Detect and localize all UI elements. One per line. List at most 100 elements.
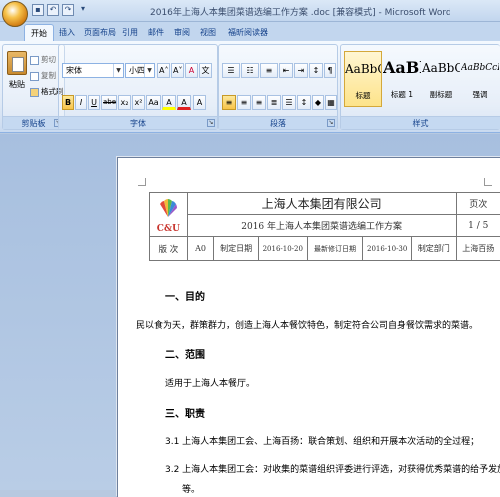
indent-icon: ⇥: [297, 66, 305, 75]
strikethrough-button[interactable]: abe: [101, 95, 117, 110]
paragraph-group: ☰ ☷ ≡ ⇤ ⇥ ↕ ¶ ≡ ≡ ≡ ≣ ☰ ↕ ◆ ▦ 段落 ↘: [218, 44, 338, 130]
show-marks-button[interactable]: ¶: [324, 63, 336, 78]
tab-insert[interactable]: 插入: [57, 24, 77, 42]
numbered-list-icon: ☷: [246, 66, 254, 75]
line-spacing-icon: ↕: [300, 98, 308, 107]
copy-button[interactable]: 复制: [30, 69, 56, 82]
tab-mailings[interactable]: 邮件: [146, 24, 166, 42]
revision-date-label: 最新修订日期: [306, 236, 364, 261]
section-heading-duties: 三、职责: [165, 409, 205, 420]
sort-button[interactable]: ↕: [309, 63, 323, 78]
font-name-value: 宋体: [66, 66, 82, 75]
paste-icon: [7, 51, 27, 75]
style-title[interactable]: AaBbC 标题: [344, 51, 382, 107]
grow-font-button[interactable]: A˄: [157, 63, 170, 78]
logo-text: C&U: [156, 223, 180, 234]
subscript-button[interactable]: x₂: [118, 95, 131, 110]
section-text-purpose: 民以食为天，群策群力，创造上海人本餐饮特色，制定符合公司自身餐饮需求的菜谱。: [136, 321, 479, 331]
logo-cell: C&U: [149, 192, 188, 237]
ribbon: 粘贴 剪切 复制 格式刷 剪贴板 ↘ 宋体 ▼ 小四 ▼ A˄ A˅ A 文 B I…: [0, 41, 500, 133]
tab-review[interactable]: 审阅: [172, 24, 192, 42]
styles-group-label: 样式: [341, 116, 500, 129]
save-icon[interactable]: ▪: [32, 4, 44, 16]
sort-icon: ↕: [312, 66, 320, 75]
justify-icon: ≣: [270, 98, 278, 107]
multilevel-list-button[interactable]: ≡: [260, 63, 278, 78]
align-center-button[interactable]: ≡: [237, 95, 251, 110]
duty-item: 3.1 上海人本集团工会、上海百扬：联合策划、组织和开展本次活动的全过程；: [165, 437, 480, 447]
font-size-value: 小四: [129, 66, 145, 75]
issue-date-value: 2016-10-20: [257, 236, 308, 261]
character-border-button[interactable]: A: [193, 95, 206, 110]
style-sample: AaBbC: [345, 62, 381, 76]
ribbon-tabs: 开始 插入 页面布局 引用 邮件 审阅 视图 福昕阅读器: [0, 22, 500, 42]
increase-indent-button[interactable]: ⇥: [294, 63, 308, 78]
revision-date-value: 2016-10-30: [362, 236, 413, 261]
page-label: 页次: [455, 192, 500, 215]
chevron-down-icon: ▼: [144, 64, 154, 77]
clear-format-button[interactable]: A: [185, 63, 198, 78]
justify-button[interactable]: ≣: [267, 95, 281, 110]
shrink-font-button[interactable]: A˅: [171, 63, 184, 78]
tab-references[interactable]: 引用: [120, 24, 140, 42]
paragraph-group-label: 段落: [219, 116, 337, 129]
numbering-button[interactable]: ☷: [241, 63, 259, 78]
font-launcher-icon[interactable]: ↘: [207, 119, 215, 127]
customize-icon[interactable]: ▾: [77, 4, 89, 16]
font-size-combo[interactable]: 小四 ▼: [125, 63, 155, 78]
font-color-button[interactable]: A: [177, 95, 191, 110]
italic-button[interactable]: I: [75, 95, 87, 110]
duty-item: 等。: [182, 485, 201, 495]
tab-view[interactable]: 视图: [198, 24, 218, 42]
undo-icon[interactable]: ↶: [47, 4, 59, 16]
document-page[interactable]: C&U 上海人本集团有限公司 页次 2016 年上海人本集团菜谱选编工作方案 1…: [117, 157, 500, 497]
fan-logo-icon: [160, 198, 178, 217]
copy-label: 复制: [41, 71, 56, 80]
align-center-icon: ≡: [240, 98, 248, 107]
crop-mark: [138, 178, 146, 186]
style-emphasis[interactable]: AaBbCcI 强调: [461, 51, 499, 107]
office-button[interactable]: [2, 1, 28, 27]
font-group: 宋体 ▼ 小四 ▼ A˄ A˅ A 文 B I U abe x₂ x² Aa A A…: [58, 44, 218, 130]
paragraph-launcher-icon[interactable]: ↘: [327, 119, 335, 127]
bullets-button[interactable]: ☰: [222, 63, 240, 78]
scissors-icon: [30, 55, 39, 65]
phonetic-guide-button[interactable]: 文: [199, 63, 212, 78]
align-left-button[interactable]: ≡: [222, 95, 236, 110]
align-right-icon: ≡: [255, 98, 263, 107]
style-sample: AaBl: [383, 58, 421, 77]
highlight-button[interactable]: A: [162, 95, 176, 110]
bullet-list-icon: ☰: [227, 66, 235, 75]
issue-date-label: 制定日期: [213, 236, 259, 261]
paste-button[interactable]: 粘贴: [5, 51, 29, 101]
distributed-button[interactable]: ☰: [282, 95, 296, 110]
duty-item: 3.2 上海人本集团工会：对收集的菜谱组织评委进行评选，对获得优秀菜谱的给予发放…: [165, 465, 500, 475]
section-text-scope: 适用于上海人本餐厅。: [165, 379, 256, 389]
outdent-icon: ⇤: [282, 66, 290, 75]
brush-icon: [30, 87, 39, 97]
version-label: 版 次: [149, 236, 188, 261]
style-sample: AaBbCcI: [461, 63, 499, 73]
styles-group: AaBbC 标题 AaBl 标题 1 AaBbC 副标题 AaBbCcI 强调 …: [340, 44, 500, 130]
style-subtitle[interactable]: AaBbC 副标题: [422, 51, 460, 107]
style-heading-1[interactable]: AaBl 标题 1: [383, 51, 421, 107]
redo-icon[interactable]: ↷: [62, 4, 74, 16]
shading-button[interactable]: ◆: [312, 95, 324, 110]
align-right-button[interactable]: ≡: [252, 95, 266, 110]
borders-button[interactable]: ▦: [325, 95, 337, 110]
tab-home[interactable]: 开始: [24, 24, 54, 42]
line-spacing-button[interactable]: ↕: [297, 95, 311, 110]
superscript-button[interactable]: x²: [132, 95, 145, 110]
font-name-combo[interactable]: 宋体 ▼: [62, 63, 124, 78]
change-case-button[interactable]: Aa: [146, 95, 161, 110]
decrease-indent-button[interactable]: ⇤: [279, 63, 293, 78]
section-heading-purpose: 一、目的: [165, 292, 205, 303]
bold-button[interactable]: B: [62, 95, 74, 110]
tab-foxit-reader[interactable]: 福昕阅读器: [226, 24, 270, 42]
cut-button[interactable]: 剪切: [30, 53, 56, 66]
style-name: 标题 1: [390, 90, 414, 99]
underline-button[interactable]: U: [88, 95, 100, 110]
font-group-label: 字体: [59, 116, 217, 129]
cut-label: 剪切: [41, 55, 56, 64]
tab-page-layout[interactable]: 页面布局: [82, 24, 118, 42]
